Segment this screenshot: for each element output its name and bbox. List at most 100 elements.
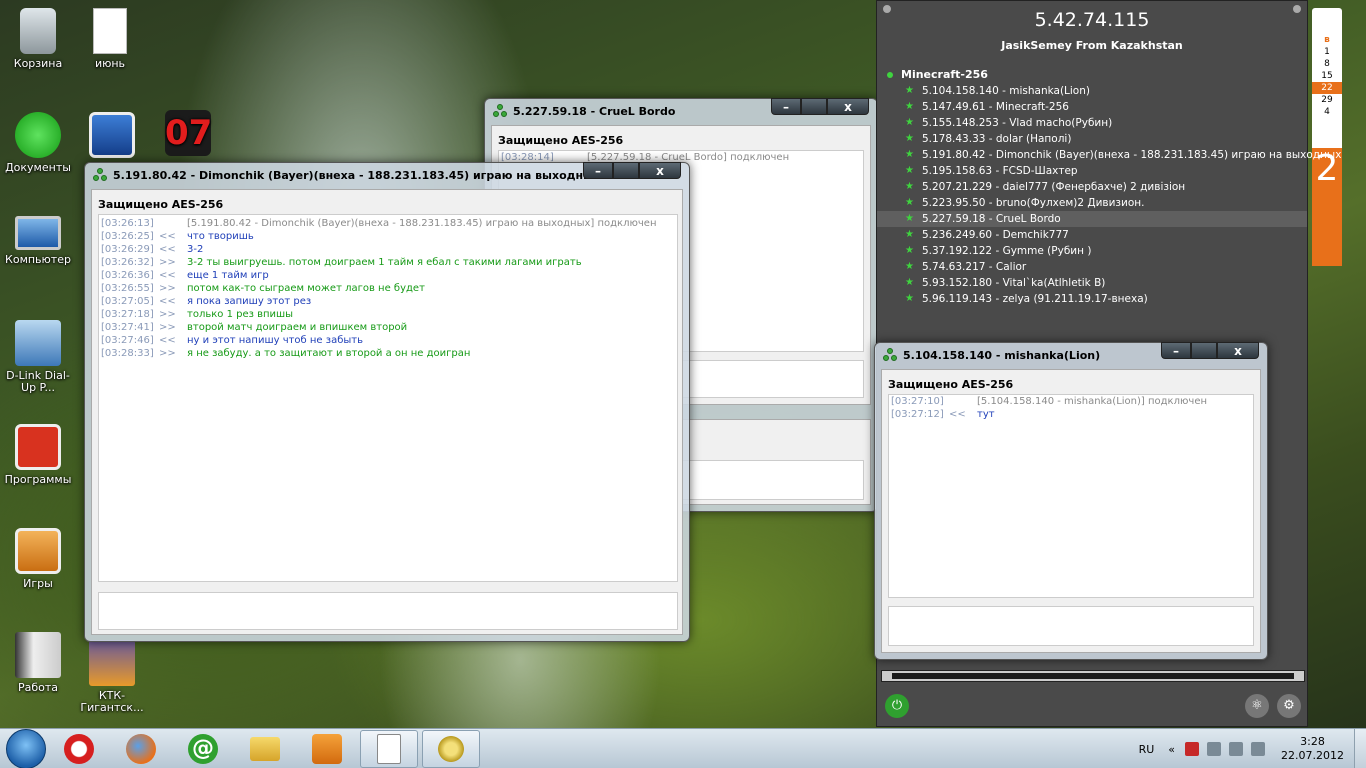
show-desktop-button[interactable] <box>1354 729 1366 768</box>
taskbar-mail-agent[interactable]: @ <box>174 730 232 768</box>
message-text: ну и этот напишу чтоб не забыть <box>187 335 363 346</box>
desktop-icon-recycle-bin[interactable]: Корзина <box>0 8 76 70</box>
tray-network-icon[interactable] <box>1229 742 1244 756</box>
tray-security-icon[interactable] <box>1207 742 1222 756</box>
start-button[interactable] <box>6 728 46 768</box>
message-log[interactable]: [03:26:13] [5.191.80.42 - Dimonchik (Baye… <box>98 214 678 582</box>
message-row: [03:26:32] >> 3-2 ты выигруешь. потом доиг… <box>99 256 677 269</box>
desktop-icon-label: КТК-Гигантск... <box>80 689 144 714</box>
message-text: я не забуду. а то защитают и второй а он… <box>187 348 471 359</box>
contact-item[interactable]: ★ 5.96.119.143 - zelya (91.211.19.17-внех… <box>877 291 1307 307</box>
message-text: я пока запишу этот рез <box>187 296 312 307</box>
taskbar-firefox[interactable] <box>112 730 170 768</box>
contact-app-icon <box>883 348 897 362</box>
power-button[interactable]: ⏻ <box>885 694 909 718</box>
star-icon: ★ <box>905 277 914 288</box>
computer-icon <box>15 216 61 250</box>
contact-item[interactable]: ★ 5.178.43.33 - dolar (Наполі) <box>877 131 1307 147</box>
desktop-icon-app-blue[interactable] <box>74 112 150 162</box>
message-direction: << <box>949 409 966 420</box>
close-button[interactable]: x <box>827 98 869 115</box>
chat-window-mishanka[interactable]: 5.104.158.140 - mishanka(Lion) – x Защищ… <box>874 342 1268 660</box>
contact-item[interactable]: ★ 5.93.152.180 - Vital`ka(Atlhletik B) <box>877 275 1307 291</box>
contact-label: 5.191.80.42 - Dimonchik (Bayer)(внеха - … <box>921 149 1342 161</box>
maximize-button[interactable] <box>801 98 827 115</box>
network-button[interactable]: ⚛ <box>1245 694 1269 718</box>
contact-item[interactable]: ★ 5.223.95.50 - bruno(Фулхем)2 Дивизион. <box>877 195 1307 211</box>
desktop-icon-work[interactable]: Работа <box>0 632 76 694</box>
taskbar-media-player[interactable] <box>298 730 356 768</box>
contact-item[interactable]: ★ 5.74.63.217 - Calior <box>877 259 1307 275</box>
contact-label: 5.93.152.180 - Vital`ka(Atlhletik B) <box>921 277 1106 289</box>
minimize-button[interactable]: – <box>583 162 613 179</box>
security-label: Защищено AES-256 <box>498 134 624 147</box>
calendar-day-header: в <box>1324 35 1330 45</box>
contact-item[interactable]: ★ 5.191.80.42 - Dimonchik (Bayer)(внеха -… <box>877 147 1341 163</box>
taskbar-notepad[interactable] <box>360 729 418 768</box>
contact-label: 5.178.43.33 - dolar (Наполі) <box>921 133 1072 145</box>
scrollbar-thumb[interactable] <box>892 673 1294 679</box>
contact-label: 5.147.49.61 - Minecraft-256 <box>921 101 1069 113</box>
panel-pin-icon[interactable] <box>883 5 891 13</box>
message-direction: << <box>159 335 176 346</box>
contact-item[interactable]: ★ 5.236.249.60 - Demchik777 <box>877 227 1307 243</box>
minimize-button[interactable]: – <box>771 98 801 115</box>
contact-item[interactable]: ★ 5.147.49.61 - Minecraft-256 <box>877 99 1307 115</box>
desktop-icon-label: июнь <box>94 57 126 70</box>
contact-group[interactable]: Minecraft-256 <box>887 68 1307 81</box>
tray-expand-icon[interactable]: « <box>1168 743 1175 756</box>
language-indicator[interactable]: RU <box>1139 743 1155 756</box>
star-icon: ★ <box>905 149 914 160</box>
message-input[interactable] <box>98 592 678 630</box>
maximize-button[interactable] <box>1191 342 1217 359</box>
calendar-day: 29 <box>1321 95 1333 105</box>
desktop-icon-programs[interactable]: Программы <box>0 424 76 486</box>
message-log[interactable]: [03:27:10] [5.104.158.140 - mishanka(Lio… <box>888 394 1254 598</box>
message-input[interactable] <box>888 606 1254 646</box>
message-row: [03:27:41] >> второй матч доиграем и впишк… <box>99 321 677 334</box>
contact-item[interactable]: ★ 5.104.158.140 - mishanka(Lion) <box>877 83 1307 99</box>
clock-time: 3:28 <box>1300 735 1325 748</box>
recycle-bin-icon <box>20 8 56 54</box>
taskbar-explorer[interactable] <box>236 730 294 768</box>
message-row: [03:27:05] << я пока запишу этот рез <box>99 295 677 308</box>
clock[interactable]: 3:28 22.07.2012 <box>1281 735 1344 763</box>
contact-label: 5.155.148.253 - Vlad macho(Рубин) <box>921 117 1113 129</box>
star-icon: ★ <box>905 293 914 304</box>
desktop-icon-june[interactable]: июнь <box>72 8 148 70</box>
star-icon: ★ <box>905 261 914 272</box>
contact-item[interactable]: ★ 5.207.21.229 - daiel777 (Фенербахче) 2 … <box>877 179 1307 195</box>
desktop-icon-07[interactable]: 07 <box>150 110 226 160</box>
chat-window-dimonchik[interactable]: 5.191.80.42 - Dimonchik (Bayer)(внеха - … <box>84 162 690 642</box>
contact-item[interactable]: ★ 5.195.158.63 - FCSD-Шахтер <box>877 163 1307 179</box>
taskbar-opera[interactable] <box>50 730 108 768</box>
desktop-icon-computer[interactable]: Компьютер <box>0 216 76 266</box>
maximize-button[interactable] <box>613 162 639 179</box>
star-icon: ★ <box>905 197 914 208</box>
minimize-button[interactable]: – <box>1161 342 1191 359</box>
tray-flag-icon[interactable] <box>1185 742 1200 756</box>
horizontal-scrollbar[interactable] <box>881 670 1305 682</box>
message-time: [03:27:18] <box>101 309 154 320</box>
desktop-icon-dlink[interactable]: D-Link Dial-Up P... <box>0 320 76 394</box>
contact-list: ★ 5.104.158.140 - mishanka(Lion) ★ 5.147.4… <box>877 83 1341 307</box>
taskbar-messenger[interactable] <box>422 729 480 768</box>
close-button[interactable]: x <box>639 162 681 179</box>
star-icon: ★ <box>905 117 914 128</box>
contact-item-selected[interactable]: ★ 5.227.59.18 - CrueL Bordo <box>877 211 1307 227</box>
contact-item[interactable]: ★ 5.155.148.253 - Vlad macho(Рубин) <box>877 115 1307 131</box>
contact-item[interactable]: ★ 5.37.192.122 - Gymme (Рубин ) <box>877 243 1307 259</box>
desktop-icon-ktk[interactable]: КТК-Гигантск... <box>74 640 150 714</box>
tray-volume-icon[interactable] <box>1251 742 1266 756</box>
own-ip: 5.42.74.115 <box>1034 9 1150 31</box>
settings-button[interactable]: ⚙ <box>1277 694 1301 718</box>
calendar-gadget[interactable]: в 1 8 15 22 29 4 2 <box>1312 8 1342 266</box>
desktop-icon-documents[interactable]: Документы <box>0 112 76 174</box>
panel-menu-icon[interactable] <box>1293 5 1301 13</box>
message-row: [03:27:46] << ну и этот напишу чтоб не заб… <box>99 334 677 347</box>
contact-label: 5.74.63.217 - Calior <box>921 261 1027 273</box>
desktop-icon-games[interactable]: Игры <box>0 528 76 590</box>
message-direction: >> <box>159 309 176 320</box>
close-button[interactable]: x <box>1217 342 1259 359</box>
message-text: потом как-то сыграем может лагов не буде… <box>187 283 425 294</box>
